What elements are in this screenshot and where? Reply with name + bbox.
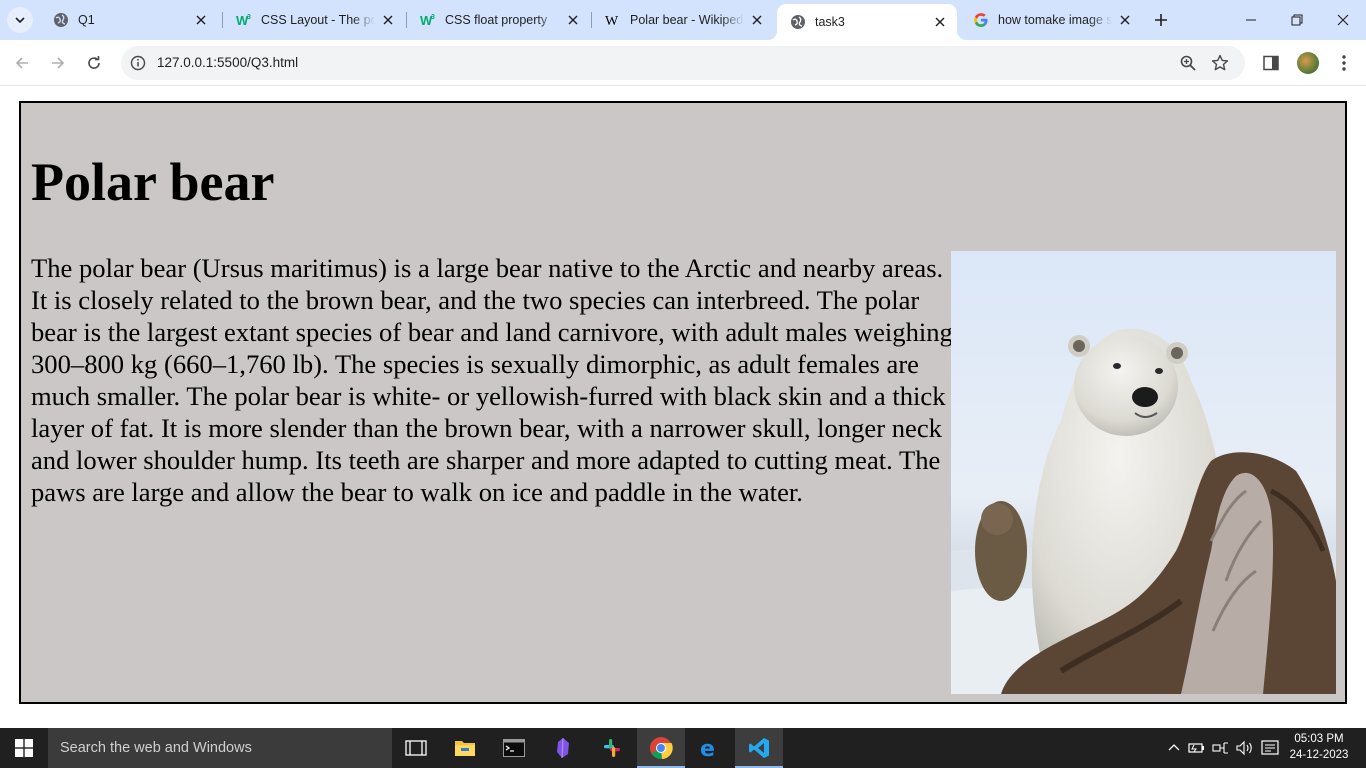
slack-icon	[604, 739, 620, 757]
arrow-left-icon	[15, 57, 28, 69]
globe-icon	[790, 14, 806, 30]
battery-button[interactable]	[1186, 728, 1208, 768]
reload-button[interactable]	[80, 49, 108, 77]
close-icon[interactable]	[564, 11, 582, 29]
obsidian-icon	[557, 737, 569, 759]
close-icon[interactable]	[1116, 11, 1134, 29]
tab-css-float[interactable]: W3 CSS float property	[407, 0, 590, 40]
description-paragraph: The polar bear (Ursus maritimus) is a la…	[31, 253, 953, 507]
back-button[interactable]	[8, 49, 36, 77]
close-icon[interactable]	[379, 11, 397, 29]
page-viewport: Polar bear The polar bear (Ursus maritim…	[0, 87, 1366, 728]
vscode-button[interactable]	[735, 728, 783, 768]
restore-button[interactable]	[1274, 0, 1320, 40]
svg-text:W: W	[605, 14, 619, 28]
obsidian-button[interactable]	[539, 728, 587, 768]
tab-polar-bear-wikipedia[interactable]: W Polar bear - Wikipedia	[592, 0, 774, 40]
new-tab-button[interactable]	[1151, 10, 1171, 30]
chevron-up-icon	[1168, 744, 1180, 751]
tab-title: CSS float property	[445, 13, 548, 27]
terminal-icon	[503, 739, 525, 757]
terminal-button[interactable]	[490, 728, 538, 768]
windows-taskbar: Search the web and Windows e 05:03 PM 24…	[0, 728, 1366, 768]
chrome-button[interactable]	[637, 728, 685, 768]
network-icon	[1212, 742, 1228, 754]
network-button[interactable]	[1210, 728, 1232, 768]
start-button[interactable]	[0, 728, 48, 768]
arrow-right-icon	[52, 57, 65, 69]
taskbar-search-box[interactable]: Search the web and Windows	[48, 728, 392, 768]
clock-time: 05:03 PM	[1294, 733, 1344, 745]
volume-button[interactable]	[1234, 728, 1256, 768]
edge-icon: e	[700, 737, 715, 759]
wikipedia-icon: W	[605, 12, 621, 28]
tab-title: task3	[815, 15, 845, 29]
file-explorer-button[interactable]	[441, 728, 489, 768]
battery-icon	[1188, 743, 1204, 753]
globe-icon	[53, 12, 69, 28]
tab-title: Polar bear - Wikipedia	[630, 13, 744, 27]
notification-icon	[1261, 740, 1279, 755]
clock-date: 24-12-2023	[1289, 749, 1349, 761]
tab-q1[interactable]: Q1	[40, 0, 218, 40]
windows-logo-icon	[15, 739, 33, 757]
polar-bear-image	[951, 251, 1336, 694]
info-icon[interactable]	[130, 55, 146, 71]
close-icon	[1337, 14, 1349, 26]
side-panel-icon[interactable]	[1262, 54, 1280, 72]
task-view-icon	[405, 740, 427, 756]
close-icon[interactable]	[192, 11, 210, 29]
address-bar[interactable]: 127.0.0.1:5500/Q3.html	[121, 46, 1245, 80]
w3schools-icon: W3	[236, 12, 252, 28]
zoom-icon[interactable]	[1179, 54, 1197, 72]
plus-icon	[1155, 14, 1167, 26]
url-text[interactable]: 127.0.0.1:5500/Q3.html	[157, 55, 298, 70]
edge-button[interactable]: e	[686, 728, 734, 768]
vscode-icon	[749, 738, 769, 758]
reload-icon	[88, 56, 100, 69]
action-center-button[interactable]	[1258, 728, 1282, 768]
content-box: Polar bear The polar bear (Ursus maritim…	[19, 101, 1347, 704]
tab-title: CSS Layout - The position Property	[261, 13, 375, 27]
tab-css-layout[interactable]: W3 CSS Layout - The position Property	[223, 0, 405, 40]
svg-text:3: 3	[431, 14, 435, 21]
close-icon[interactable]	[931, 13, 949, 31]
svg-text:e: e	[700, 737, 715, 759]
forward-button[interactable]	[44, 49, 72, 77]
google-icon	[973, 12, 989, 28]
restore-icon	[1291, 14, 1303, 26]
minimize-icon	[1246, 19, 1256, 21]
tab-title: how tomake image stick to the right	[998, 13, 1112, 27]
tab-google-search[interactable]: how tomake image stick to the right	[960, 0, 1142, 40]
chrome-icon	[650, 737, 673, 760]
tab-task3[interactable]: task3	[767, 4, 967, 40]
tab-strip: Q1 W3 CSS Layout - The position Property…	[0, 0, 1366, 40]
browser-toolbar: 127.0.0.1:5500/Q3.html	[0, 40, 1366, 86]
page-heading: Polar bear	[31, 152, 275, 212]
chevron-down-icon	[15, 17, 25, 24]
minimize-button[interactable]	[1228, 0, 1274, 40]
task-view-button[interactable]	[392, 728, 440, 768]
slack-button[interactable]	[588, 728, 636, 768]
more-menu-icon[interactable]	[1334, 53, 1354, 73]
w3schools-icon: W3	[420, 12, 436, 28]
close-icon[interactable]	[748, 11, 766, 29]
folder-icon	[455, 741, 475, 756]
profile-avatar[interactable]	[1297, 52, 1319, 74]
taskbar-clock[interactable]: 05:03 PM 24-12-2023	[1289, 731, 1349, 763]
taskbar-search-placeholder: Search the web and Windows	[60, 740, 252, 756]
tab-search-button[interactable]	[7, 7, 33, 33]
show-hidden-icons-button[interactable]	[1164, 728, 1184, 768]
close-window-button[interactable]	[1320, 0, 1366, 40]
tab-title: Q1	[78, 13, 95, 27]
volume-icon	[1236, 740, 1252, 756]
bookmark-star-icon[interactable]	[1211, 54, 1229, 72]
svg-text:3: 3	[247, 14, 251, 21]
